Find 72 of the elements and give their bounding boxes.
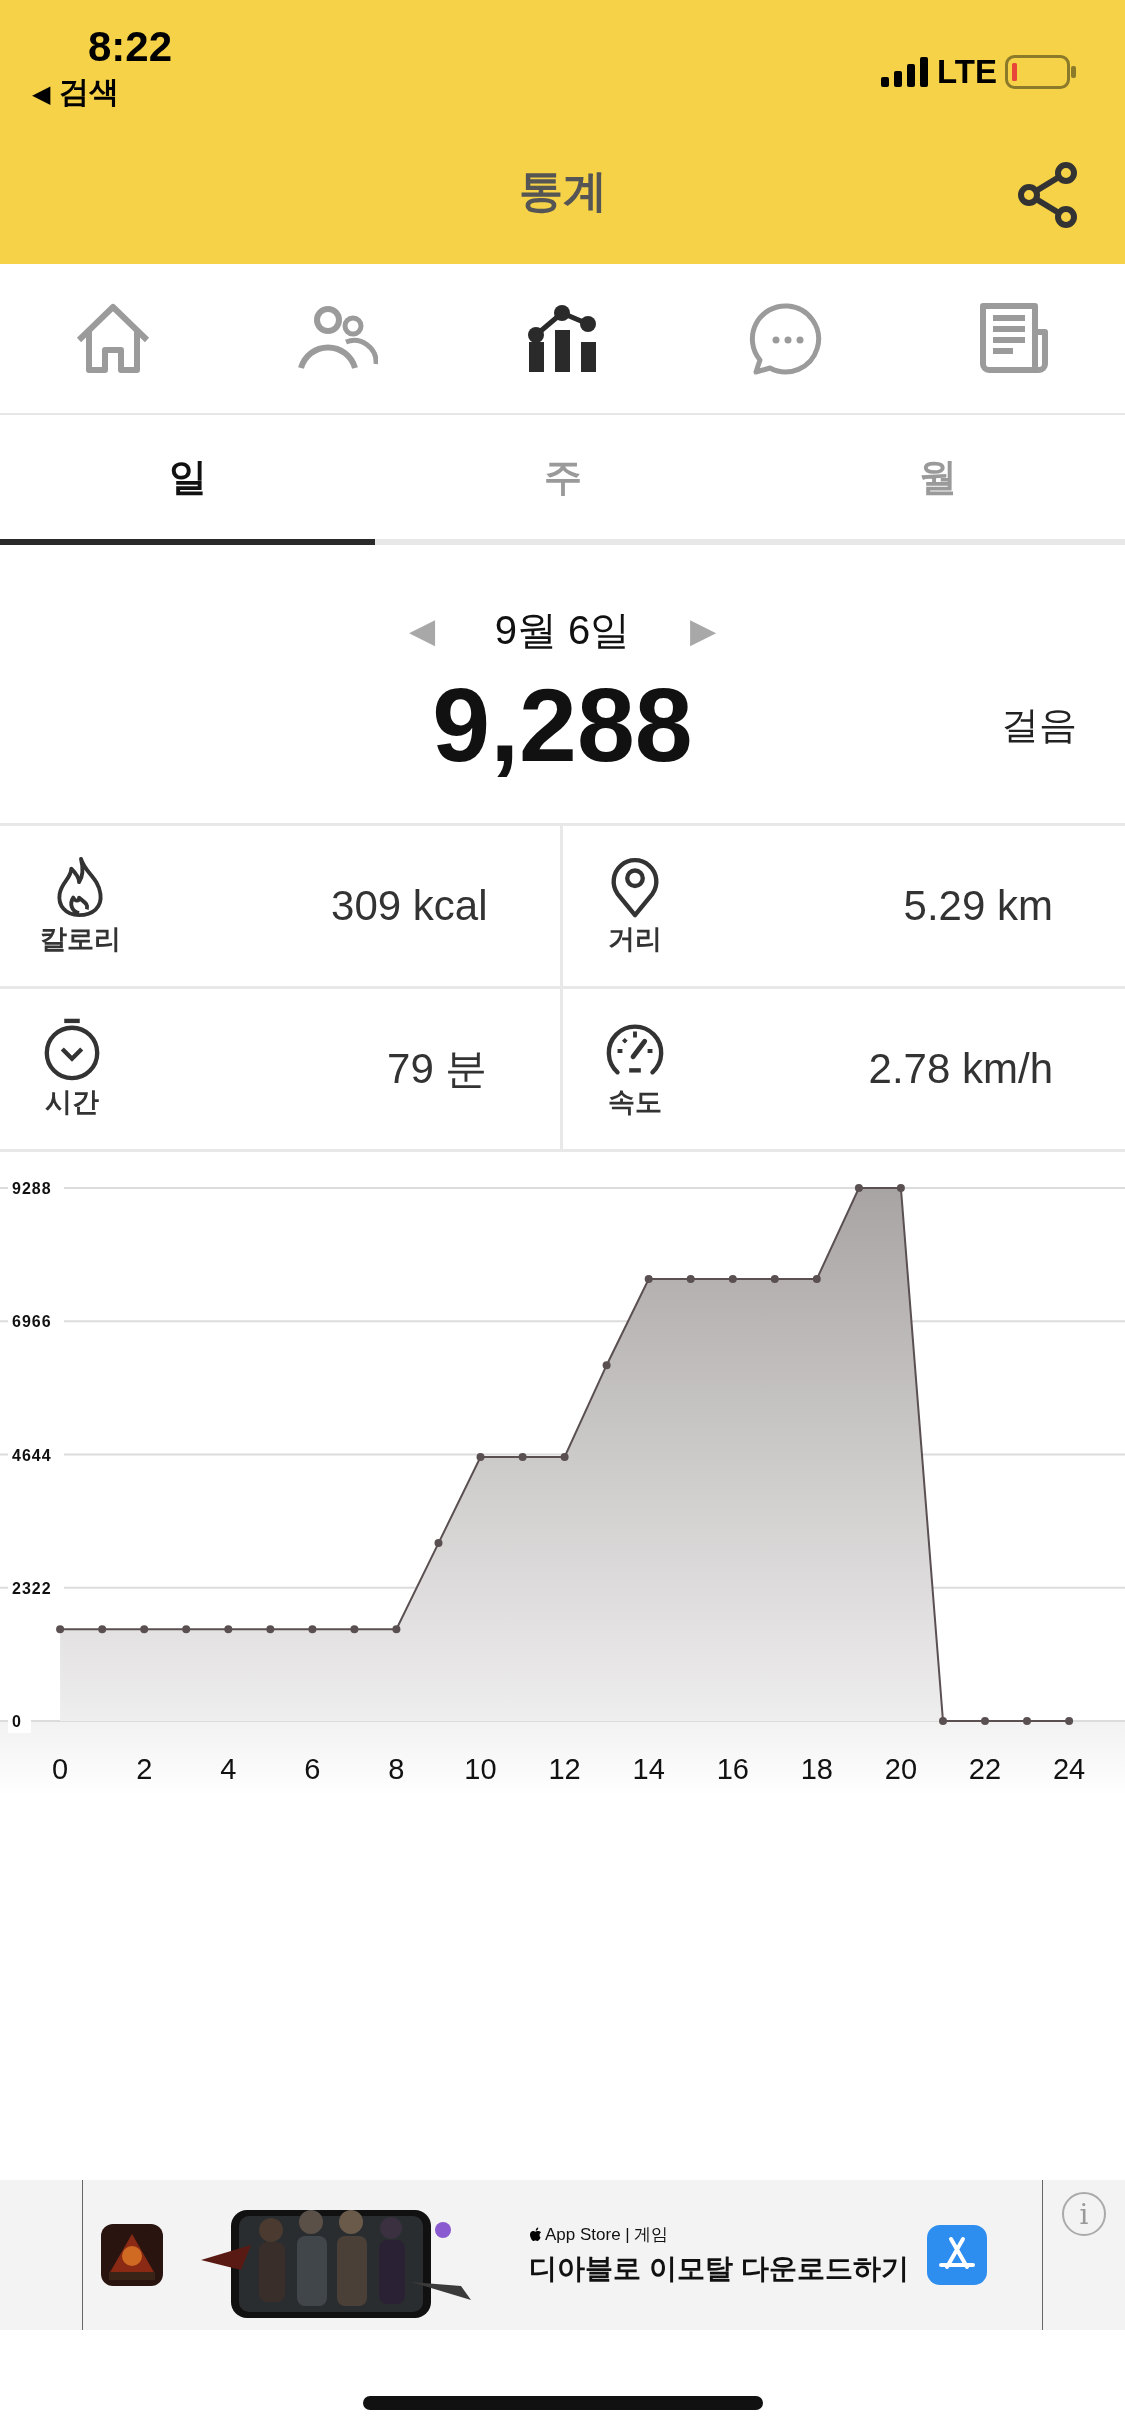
data-point <box>1065 1717 1074 1725</box>
data-point <box>728 1275 737 1284</box>
y-axis-label: 9288 <box>12 1180 52 1197</box>
data-point <box>602 1361 611 1370</box>
data-point <box>140 1625 149 1634</box>
period-tab[interactable]: 일 <box>0 415 375 545</box>
data-point <box>434 1539 443 1548</box>
battery-icon <box>1005 55 1077 89</box>
clock-time: 8:22 <box>88 22 173 72</box>
info-button[interactable]: i <box>1062 2192 1106 2236</box>
data-point <box>476 1453 485 1461</box>
data-point <box>98 1625 107 1634</box>
x-axis-label: 4 <box>220 1753 237 1785</box>
x-axis-label: 8 <box>388 1753 405 1785</box>
data-point <box>854 1184 863 1192</box>
data-point <box>392 1625 401 1634</box>
stat-value: 79 분 <box>387 1044 488 1094</box>
share-button[interactable] <box>1017 162 1079 228</box>
data-point <box>518 1453 527 1461</box>
stat-value: 309 kcal <box>331 882 488 930</box>
data-point <box>266 1625 275 1634</box>
data-point <box>1023 1717 1031 1725</box>
ad-banner[interactable]: App Store | 게임 디아블로 이모탈 다운로드하기 <box>83 2180 1043 2330</box>
app-store-icon <box>926 2225 987 2285</box>
apple-icon <box>529 2226 542 2242</box>
data-point <box>812 1275 821 1284</box>
stat-label: 속도 <box>607 1086 662 1119</box>
signal-icon <box>881 57 930 87</box>
x-axis-label: 0 <box>52 1753 69 1785</box>
data-point <box>981 1717 989 1725</box>
y-axis-label: 2322 <box>12 1579 52 1597</box>
back-link[interactable]: ◀ 검색 <box>32 72 173 114</box>
ad-source-label: App Store | 게임 <box>529 2222 909 2246</box>
data-point <box>308 1625 317 1634</box>
data-point <box>224 1625 233 1634</box>
y-axis-label: 0 <box>12 1713 22 1730</box>
stat-value: 5.29 km <box>903 882 1053 930</box>
stat-label: 거리 <box>607 923 662 956</box>
x-axis-label: 6 <box>304 1753 321 1785</box>
x-axis-label: 22 <box>968 1753 1002 1785</box>
step-unit: 걸음 <box>1001 702 1077 748</box>
stat-value: 2.78 km/h <box>868 1045 1053 1093</box>
x-axis-label: 24 <box>1052 1753 1086 1785</box>
y-axis-label: 6966 <box>12 1313 52 1331</box>
network-label: LTE <box>937 53 997 91</box>
x-axis-label: 20 <box>884 1753 918 1785</box>
data-point <box>56 1625 65 1634</box>
previous-day-button[interactable]: ◀ <box>408 610 435 650</box>
x-axis-label: 10 <box>464 1753 497 1785</box>
data-point <box>770 1275 779 1284</box>
step-count: 9,288 <box>432 665 693 785</box>
data-point <box>896 1184 905 1192</box>
y-axis-label: 4644 <box>12 1446 52 1464</box>
period-tab[interactable]: 월 <box>750 415 1125 545</box>
x-axis-label: 18 <box>800 1753 833 1785</box>
x-axis-label: 16 <box>716 1753 749 1785</box>
data-point <box>560 1453 569 1461</box>
ad-headline: 디아블로 이모탈 다운로드하기 <box>529 2251 909 2286</box>
stat-label: 칼로리 <box>40 923 121 956</box>
period-tab[interactable]: 주 <box>375 415 750 545</box>
date-label: 9월 6일 <box>494 606 631 654</box>
x-axis-label: 2 <box>136 1753 153 1785</box>
data-point <box>686 1275 695 1284</box>
stat-label: 시간 <box>45 1086 99 1119</box>
screen-title: 통계 <box>518 164 607 217</box>
data-point <box>182 1625 191 1634</box>
data-point <box>644 1275 653 1284</box>
x-axis-label: 14 <box>632 1753 665 1785</box>
x-axis-label: 12 <box>548 1753 581 1785</box>
next-day-button[interactable]: ▶ <box>690 610 717 650</box>
data-point <box>350 1625 359 1634</box>
data-point <box>939 1717 947 1725</box>
